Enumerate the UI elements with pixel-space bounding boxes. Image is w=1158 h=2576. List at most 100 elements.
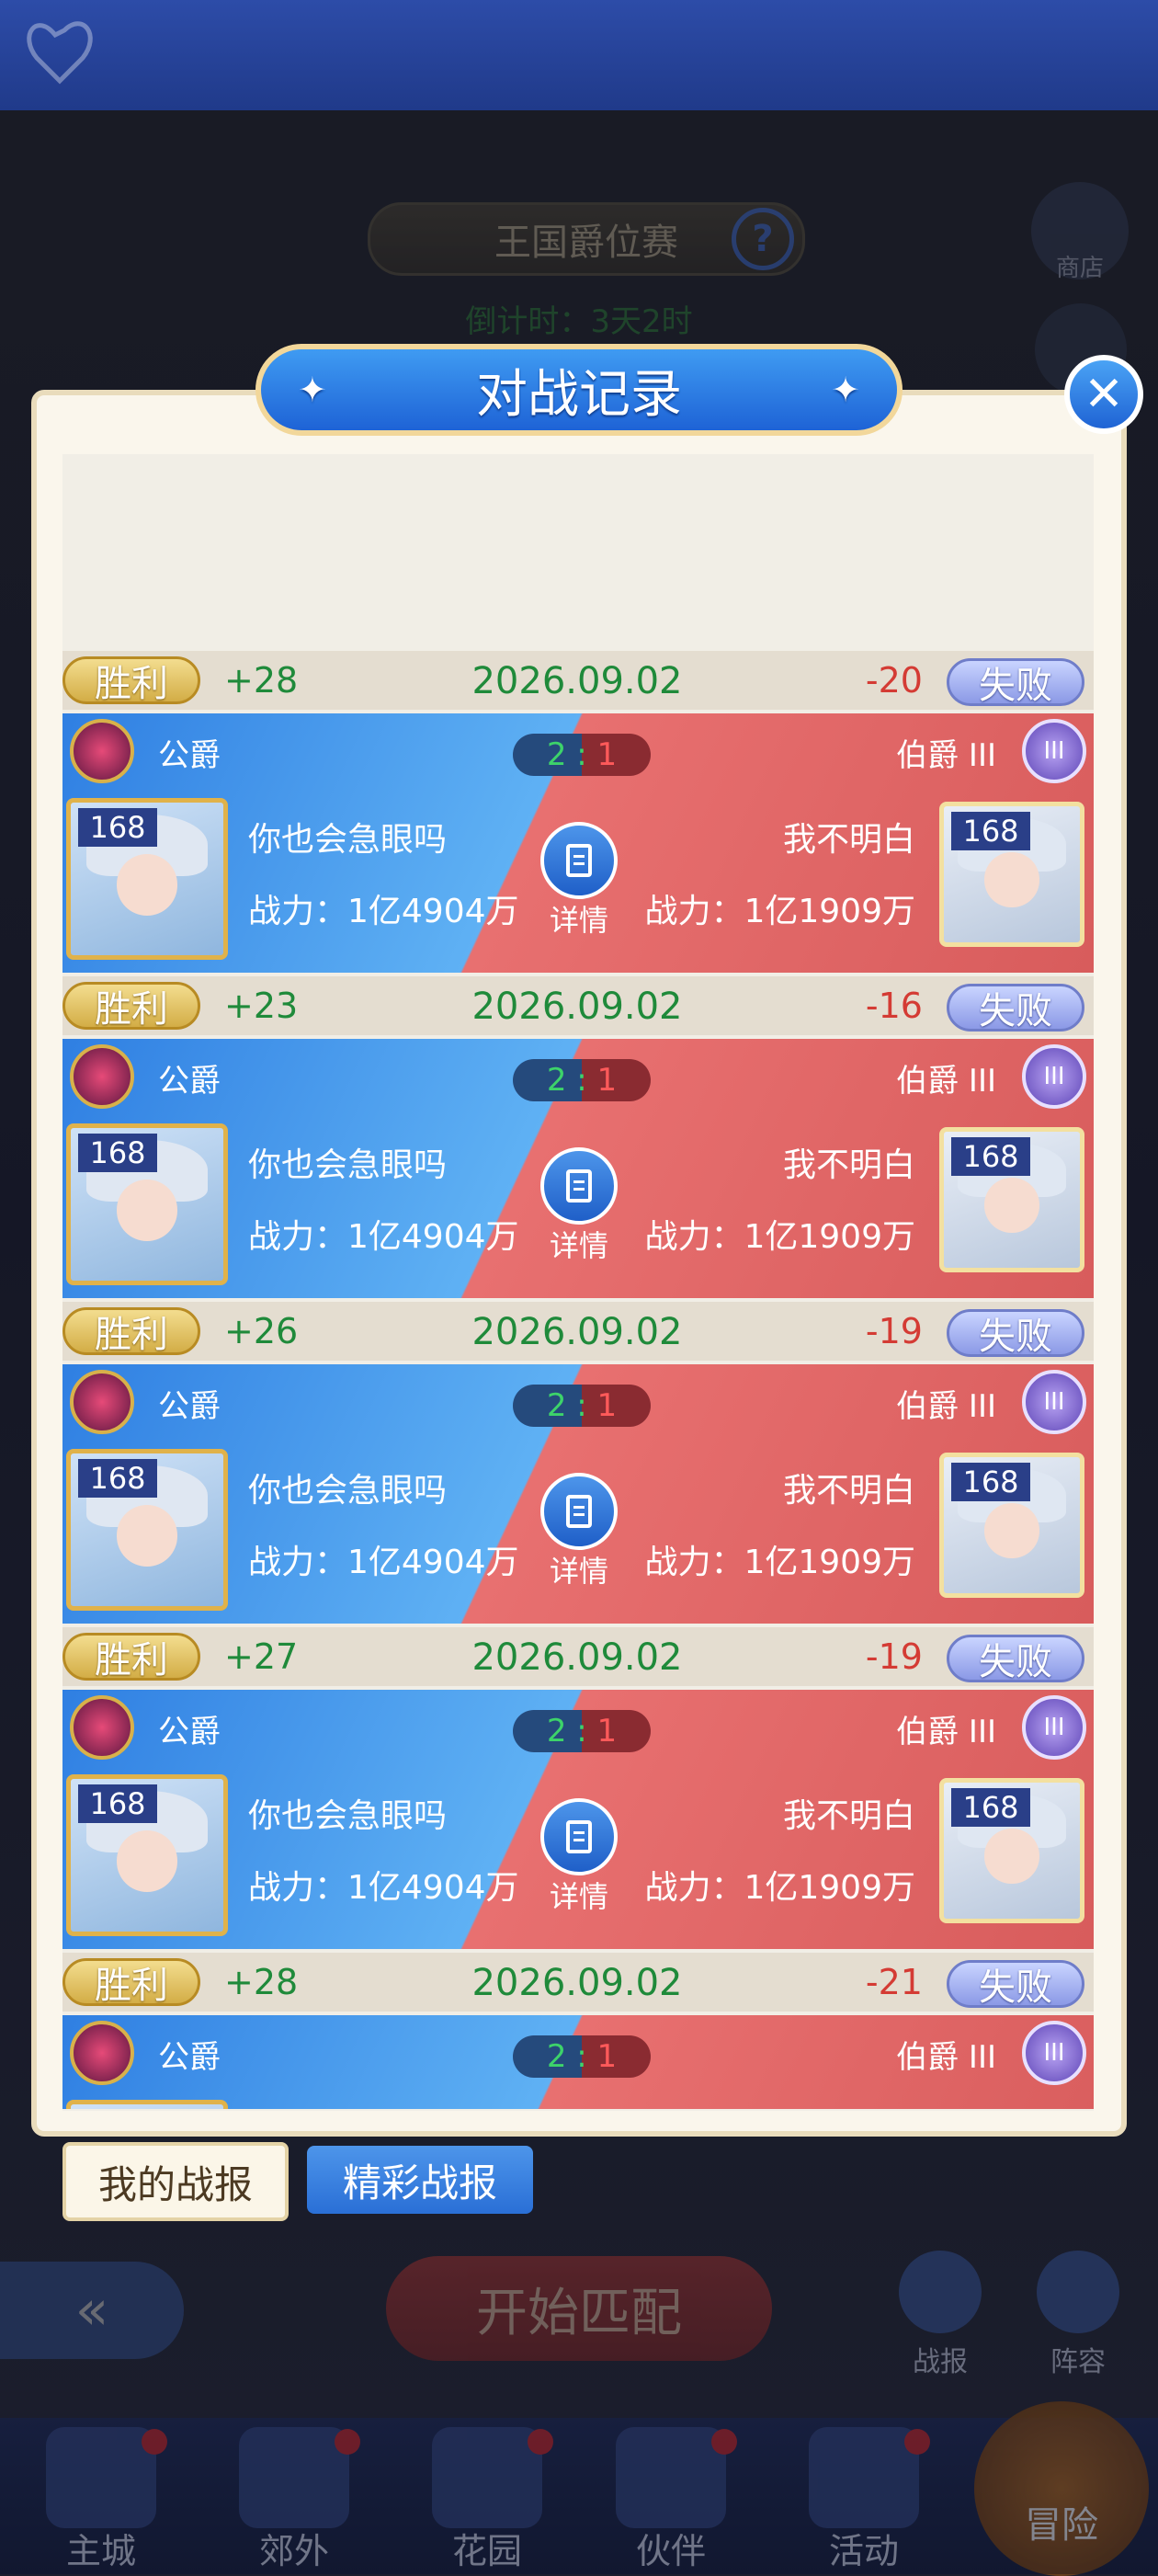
battle-date: 2026.09.02 [471,986,683,1028]
match-score: 2 : 1 [513,1385,651,1427]
detail-label: 详情 [549,1228,608,1263]
battle-date: 2026.09.02 [471,660,683,702]
document-icon [566,844,592,877]
victory-badge: 胜利 [62,1958,200,2007]
defeat-badge: 失败 [947,658,1084,707]
right-rank: 伯爵 III [896,1714,996,1750]
points-gained: +26 [224,1311,299,1351]
duke-rank-icon [70,719,134,783]
opponent-power: 战力：1亿1909万 [644,1544,915,1581]
player-avatar[interactable]: 168 [66,1774,228,1936]
points-lost: -19 [865,1636,923,1677]
points-gained: +28 [224,660,299,701]
battle-record: 胜利 +27 2026.09.02 -19 失败 公爵 2 : 1 伯爵 III… [62,1627,1094,1953]
points-lost: -20 [865,660,923,701]
right-rank: 伯爵 III [896,2039,996,2076]
left-rank: 公爵 [158,2039,221,2076]
opponent-name: 我不明白 [782,1797,915,1835]
detail-button[interactable] [540,1473,618,1550]
player-name: 你也会急眼吗 [248,1472,448,1510]
points-gained: +28 [224,1962,299,2002]
record-body: 公爵 2 : 1 伯爵 III III 168 你也会急眼吗 战力：1亿4904… [62,713,1094,973]
player-name: 你也会急眼吗 [248,1146,448,1184]
player-avatar[interactable]: 168 [66,798,228,960]
record-header: 胜利 +28 2026.09.02 -20 失败 [62,651,1094,710]
match-score: 2 : 1 [513,734,651,776]
opponent-level: 168 [951,1463,1030,1501]
duke-rank-icon [70,2021,134,2085]
battle-date: 2026.09.02 [471,1962,683,2004]
detail-label: 详情 [549,903,608,938]
record-body: 公爵 2 : 1 伯爵 III III 168 你也会急眼吗 战力：1亿4904… [62,1039,1094,1298]
left-rank: 公爵 [158,1388,221,1425]
heart-wings-icon [27,21,93,85]
detail-button[interactable] [540,1798,618,1875]
opponent-name: 我不明白 [782,1146,915,1184]
player-power: 战力：1亿4904万 [248,1544,519,1581]
player-power: 战力：1亿4904万 [248,1218,519,1256]
earl-rank-icon: III [1022,719,1086,783]
left-rank: 公爵 [158,737,221,774]
record-header: 胜利 +27 2026.09.02 -19 失败 [62,1627,1094,1686]
defeat-badge: 失败 [947,1960,1084,2009]
defeat-badge: 失败 [947,1635,1084,1683]
opponent-power: 战力：1亿1909万 [644,1218,915,1256]
battle-record-list[interactable]: 胜利 +28 2026.09.02 -20 失败 公爵 2 : 1 伯爵 III… [62,651,1094,2109]
top-bar [0,0,1158,110]
player-avatar[interactable]: 168 [66,1123,228,1285]
opponent-level: 168 [951,1137,1030,1176]
detail-label: 详情 [549,1554,608,1589]
tab-my-reports[interactable]: 我的战报 [62,2142,289,2221]
record-header: 胜利 +28 2026.09.02 -21 失败 [62,1953,1094,2012]
document-icon [566,1820,592,1853]
opponent-power: 战力：1亿1909万 [644,893,915,930]
points-gained: +23 [224,986,299,1026]
close-icon: ✕ [1084,367,1124,422]
earl-rank-icon: III [1022,2021,1086,2085]
battle-record: 胜利 +28 2026.09.02 -21 失败 公爵 2 : 1 伯爵 III… [62,1953,1094,2109]
panel-title: 对战记录 [476,364,682,425]
detail-button[interactable] [540,1147,618,1225]
opponent-level: 168 [951,812,1030,850]
sparkle-icon: ✦ [298,370,327,410]
record-body: 公爵 2 : 1 伯爵 III III 168 [62,2015,1094,2109]
duke-rank-icon [70,1695,134,1760]
panel-title-banner: ✦ 对战记录 ✦ [255,344,903,436]
opponent-level: 168 [951,1788,1030,1827]
victory-badge: 胜利 [62,1307,200,1356]
battle-date: 2026.09.02 [471,1636,683,1679]
opponent-avatar[interactable]: 168 [939,1127,1084,1272]
earl-rank-icon: III [1022,1044,1086,1109]
player-avatar[interactable]: 168 [66,1449,228,1611]
record-body: 公爵 2 : 1 伯爵 III III 168 你也会急眼吗 战力：1亿4904… [62,1364,1094,1624]
record-header: 胜利 +26 2026.09.02 -19 失败 [62,1302,1094,1361]
battle-record: 胜利 +26 2026.09.02 -19 失败 公爵 2 : 1 伯爵 III… [62,1302,1094,1627]
opponent-avatar[interactable]: 168 [939,1778,1084,1923]
sparkle-icon: ✦ [831,370,860,410]
duke-rank-icon [70,1370,134,1434]
victory-badge: 胜利 [62,656,200,705]
points-lost: -16 [865,986,923,1026]
battle-date: 2026.09.02 [471,1311,683,1353]
opponent-avatar[interactable]: 168 [939,802,1084,947]
opponent-avatar[interactable]: 168 [939,1453,1084,1598]
close-button[interactable]: ✕ [1064,355,1143,434]
right-rank: 伯爵 III [896,1388,996,1425]
detail-button[interactable] [540,822,618,899]
record-header: 胜利 +23 2026.09.02 -16 失败 [62,976,1094,1035]
player-avatar[interactable]: 168 [66,2100,228,2109]
right-rank: 伯爵 III [896,1063,996,1100]
defeat-badge: 失败 [947,984,1084,1032]
points-lost: -19 [865,1311,923,1351]
left-rank: 公爵 [158,1063,221,1100]
match-score: 2 : 1 [513,1710,651,1752]
match-score: 2 : 1 [513,1059,651,1101]
earl-rank-icon: III [1022,1370,1086,1434]
player-level: 168 [78,1459,157,1498]
victory-badge: 胜利 [62,1633,200,1681]
record-body: 公爵 2 : 1 伯爵 III III 168 你也会急眼吗 战力：1亿4904… [62,1690,1094,1949]
match-score: 2 : 1 [513,2035,651,2078]
document-icon [566,1495,592,1528]
tab-highlight-reports[interactable]: 精彩战报 [307,2146,533,2214]
victory-badge: 胜利 [62,982,200,1031]
